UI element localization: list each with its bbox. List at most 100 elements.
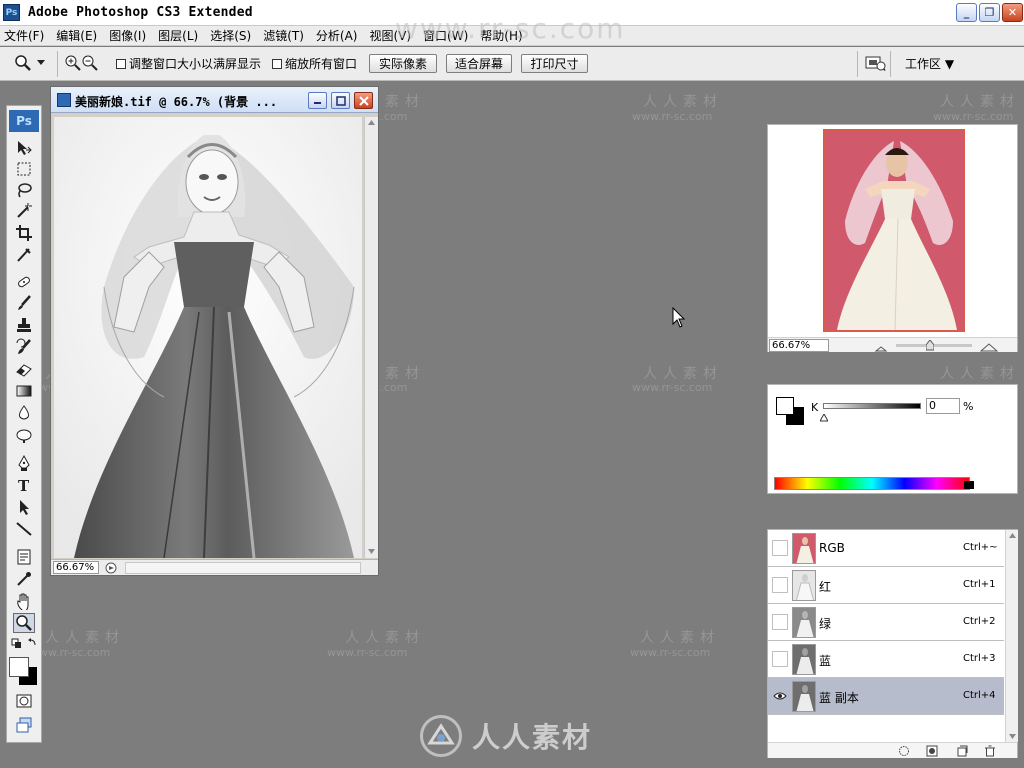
checkbox-box[interactable] bbox=[116, 58, 126, 69]
watermark-text: 人人素材 bbox=[643, 366, 723, 382]
document-minimize-button[interactable] bbox=[308, 92, 327, 109]
checkbox-box[interactable] bbox=[272, 58, 282, 69]
minimize-button[interactable]: _ bbox=[956, 3, 977, 22]
hand-tool-icon[interactable] bbox=[13, 591, 35, 611]
foreground-color-swatch[interactable] bbox=[9, 657, 29, 677]
menu-file[interactable]: 文件(F) bbox=[4, 27, 44, 44]
document-maximize-button[interactable] bbox=[331, 92, 350, 109]
color-foreground-swatch[interactable] bbox=[776, 397, 794, 415]
bridge-icon[interactable] bbox=[864, 54, 886, 72]
color-swatches[interactable] bbox=[9, 657, 39, 687]
history-brush-tool-icon[interactable] bbox=[13, 337, 35, 357]
document-vertical-scrollbar[interactable] bbox=[364, 117, 378, 558]
channel-name: 绿 bbox=[819, 617, 832, 631]
gradient-tool-icon[interactable] bbox=[13, 381, 35, 401]
load-channel-as-selection-icon[interactable] bbox=[898, 745, 910, 757]
menu-filter[interactable]: 滤镜(T) bbox=[263, 27, 304, 44]
move-tool-icon[interactable] bbox=[13, 138, 35, 158]
type-tool-icon[interactable]: T bbox=[13, 475, 35, 495]
document-zoom-field[interactable]: 66.67% bbox=[53, 561, 99, 574]
zoom-out-small-icon[interactable] bbox=[874, 341, 888, 352]
crop-tool-icon[interactable] bbox=[13, 223, 35, 243]
menu-image[interactable]: 图像(I) bbox=[109, 27, 146, 44]
k-channel-slider[interactable] bbox=[823, 403, 921, 409]
slice-tool-icon[interactable] bbox=[13, 245, 35, 265]
toolbox-logo[interactable]: Ps bbox=[9, 110, 39, 132]
menu-help[interactable]: 帮助(H) bbox=[480, 27, 522, 44]
quick-mask-icon[interactable] bbox=[13, 691, 35, 711]
close-button[interactable]: ✕ bbox=[1002, 3, 1023, 22]
eye-icon[interactable] bbox=[772, 688, 788, 704]
document-close-button[interactable] bbox=[354, 92, 373, 109]
eyedropper-tool-icon[interactable] bbox=[13, 569, 35, 589]
document-horizontal-scrollbar[interactable] bbox=[125, 562, 361, 574]
visibility-toggle[interactable] bbox=[772, 651, 788, 667]
clone-stamp-tool-icon[interactable] bbox=[13, 315, 35, 335]
dodge-tool-icon[interactable] bbox=[13, 425, 35, 445]
zoom-tool-icon[interactable] bbox=[13, 613, 35, 633]
resize-windows-checkbox[interactable]: 调整窗口大小以满屏显示 bbox=[116, 55, 261, 72]
restore-button[interactable]: ❐ bbox=[979, 3, 1000, 22]
print-size-button[interactable]: 打印尺寸 bbox=[521, 54, 588, 73]
notes-tool-icon[interactable] bbox=[13, 547, 35, 567]
delete-channel-icon[interactable] bbox=[984, 745, 996, 757]
new-channel-icon[interactable] bbox=[956, 745, 968, 757]
status-menu-icon[interactable] bbox=[105, 562, 117, 574]
magic-wand-tool-icon[interactable] bbox=[13, 201, 35, 221]
visibility-toggle[interactable] bbox=[772, 577, 788, 593]
zoom-out-icon[interactable] bbox=[81, 54, 99, 72]
document-title: 美丽新娘.tif @ 66.7% (背景 ... bbox=[75, 95, 278, 109]
channel-shortcut: Ctrl+3 bbox=[963, 653, 996, 664]
mouse-cursor-icon bbox=[672, 306, 686, 332]
healing-brush-tool-icon[interactable] bbox=[13, 272, 35, 292]
lasso-tool-icon[interactable] bbox=[13, 180, 35, 200]
navigator-thumbnail[interactable] bbox=[823, 129, 965, 332]
navigator-slider-handle[interactable] bbox=[925, 339, 935, 351]
channel-row-blue-copy[interactable]: 蓝 副本 Ctrl+4 bbox=[768, 678, 1004, 715]
channel-row-rgb[interactable]: RGB Ctrl+~ bbox=[768, 530, 1004, 567]
visibility-toggle[interactable] bbox=[772, 614, 788, 630]
image-canvas[interactable] bbox=[54, 117, 362, 558]
channels-scrollbar[interactable] bbox=[1005, 530, 1018, 742]
blur-tool-icon[interactable] bbox=[13, 403, 35, 423]
color-ramp[interactable] bbox=[774, 477, 970, 490]
channel-row-red[interactable]: 红 Ctrl+1 bbox=[768, 567, 1004, 604]
channel-thumbnail-blue bbox=[792, 644, 816, 675]
k-slider-handle[interactable] bbox=[819, 411, 829, 422]
separator bbox=[857, 51, 858, 77]
eraser-tool-icon[interactable] bbox=[13, 359, 35, 379]
menu-window[interactable]: 窗口(W) bbox=[423, 27, 468, 44]
inverted-bride-image bbox=[54, 117, 362, 558]
marquee-tool-icon[interactable] bbox=[13, 159, 35, 179]
preset-dropdown-icon[interactable] bbox=[36, 54, 46, 72]
line-tool-icon[interactable] bbox=[13, 519, 35, 539]
navigator-zoom-field[interactable]: 66.67% bbox=[769, 339, 829, 352]
workspace-menu[interactable]: 工作区 ▼ bbox=[905, 55, 954, 72]
menu-view[interactable]: 视图(V) bbox=[369, 27, 411, 44]
menu-edit[interactable]: 编辑(E) bbox=[56, 27, 97, 44]
menu-layer[interactable]: 图层(L) bbox=[158, 27, 198, 44]
zoom-in-small-icon[interactable] bbox=[979, 341, 999, 352]
zoom-tool-preset-icon[interactable] bbox=[14, 54, 32, 72]
watermark-text: 人人素材 bbox=[45, 630, 125, 646]
color-ramp-black[interactable] bbox=[964, 481, 974, 489]
navigator-zoom-slider[interactable] bbox=[896, 344, 972, 347]
zoom-all-windows-checkbox[interactable]: 缩放所有窗口 bbox=[272, 55, 357, 72]
menu-analysis[interactable]: 分析(A) bbox=[316, 27, 358, 44]
document-title-bar[interactable]: 美丽新娘.tif @ 66.7% (背景 ... bbox=[51, 87, 378, 113]
k-value-field[interactable]: 0 bbox=[926, 398, 960, 414]
fit-screen-button[interactable]: 适合屏幕 bbox=[446, 54, 512, 73]
pen-tool-icon[interactable] bbox=[13, 453, 35, 473]
path-selection-tool-icon[interactable] bbox=[13, 497, 35, 517]
menu-select[interactable]: 选择(S) bbox=[210, 27, 251, 44]
screen-mode-icon[interactable] bbox=[13, 715, 35, 735]
zoom-in-icon[interactable] bbox=[64, 54, 82, 72]
channel-row-blue[interactable]: 蓝 Ctrl+3 bbox=[768, 641, 1004, 678]
save-selection-as-channel-icon[interactable] bbox=[926, 745, 938, 757]
visibility-toggle[interactable] bbox=[772, 540, 788, 556]
default-colors-icon[interactable] bbox=[10, 637, 38, 655]
channel-row-green[interactable]: 绿 Ctrl+2 bbox=[768, 604, 1004, 641]
brush-tool-icon[interactable] bbox=[13, 293, 35, 313]
document-status-bar: 66.67% bbox=[51, 559, 378, 575]
actual-pixels-button[interactable]: 实际像素 bbox=[369, 54, 437, 73]
